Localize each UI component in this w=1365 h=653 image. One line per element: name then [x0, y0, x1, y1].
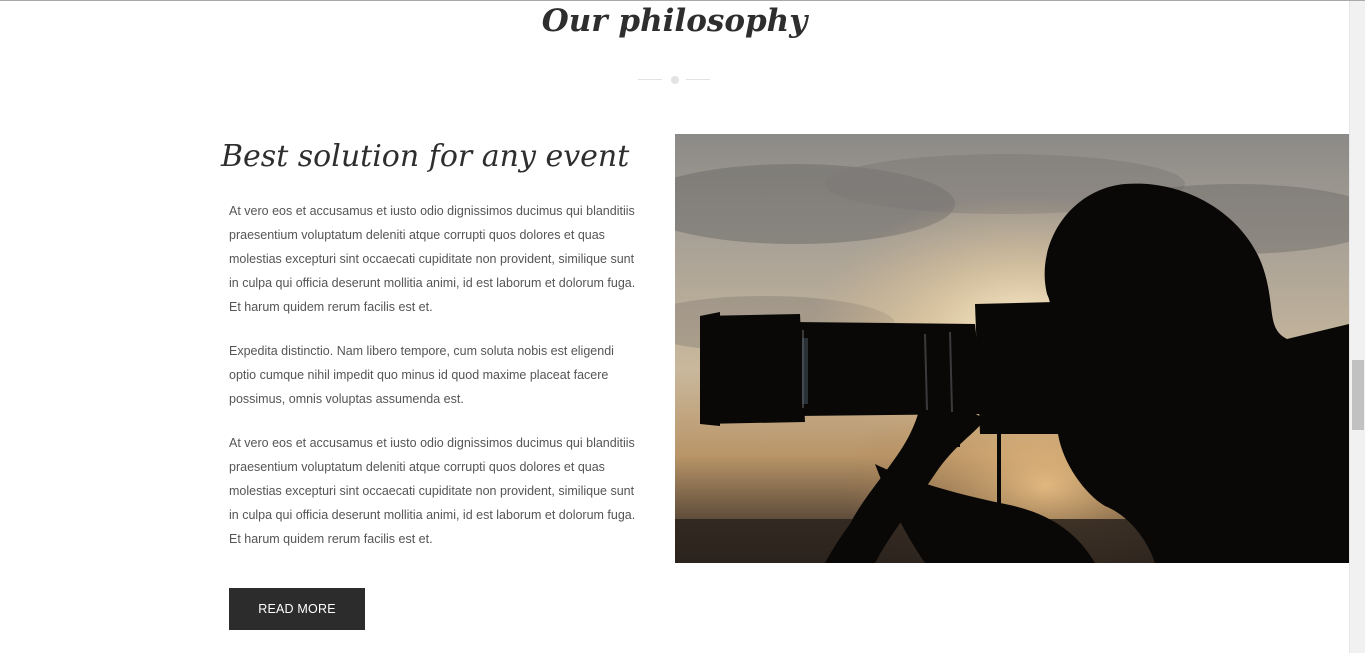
- feature-paragraph-2: Expedita distinctio. Nam libero tempore,…: [229, 344, 614, 406]
- divider-line-right: [686, 79, 710, 80]
- feature-paragraph-1: At vero eos et accusamus et iusto odio d…: [229, 204, 636, 314]
- feature-heading: Best solution for any event: [221, 139, 630, 174]
- page: Our philosophy Best solution for any eve…: [0, 0, 1365, 653]
- divider-line-left: [638, 79, 662, 80]
- divider-dot: [671, 76, 679, 84]
- read-more-button[interactable]: READ MORE: [229, 588, 365, 630]
- section-title: Our philosophy: [541, 3, 808, 39]
- title-divider: [638, 75, 710, 85]
- scrollbar-thumb[interactable]: [1352, 360, 1364, 430]
- page-scrollbar[interactable]: [1349, 1, 1365, 653]
- photographer-photo: [675, 134, 1349, 563]
- feature-paragraph-3: At vero eos et accusamus et iusto odio d…: [229, 436, 636, 546]
